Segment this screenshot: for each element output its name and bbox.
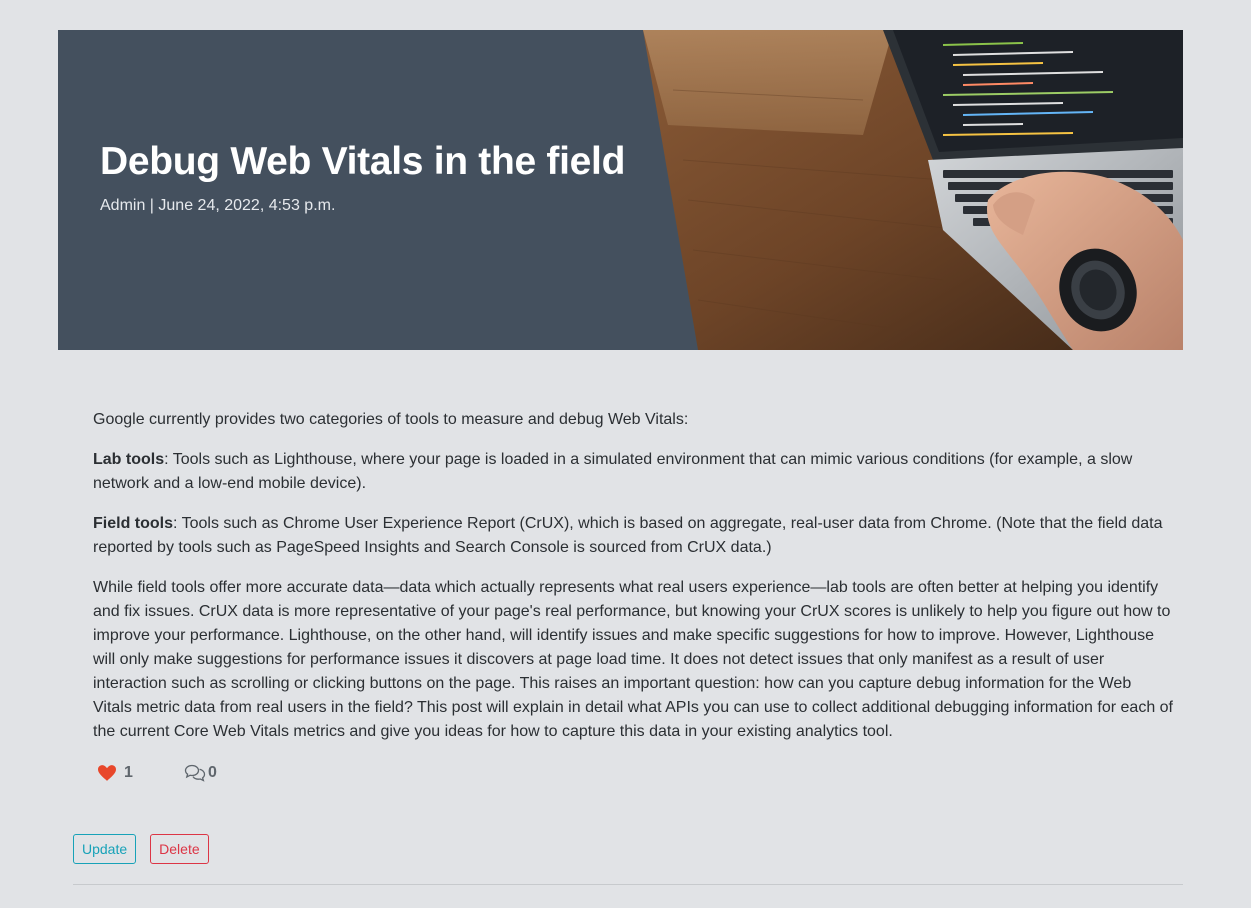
- comments-icon: [184, 764, 206, 782]
- field-tools-text: : Tools such as Chrome User Experience R…: [93, 515, 1163, 556]
- post-body: Google currently provides two categories…: [93, 408, 1173, 760]
- comment-count: 0: [208, 764, 217, 781]
- lab-tools-text: : Tools such as Lighthouse, where your p…: [93, 451, 1133, 492]
- update-button[interactable]: Update: [73, 834, 137, 864]
- like-count: 1: [124, 764, 133, 781]
- post-closing: While field tools offer more accurate da…: [93, 579, 1173, 740]
- divider: [73, 884, 1183, 885]
- post-stats: 1 0: [98, 761, 217, 785]
- post-hero: Debug Web Vitals in the field Admin | Ju…: [58, 30, 1183, 350]
- post-meta: Admin | June 24, 2022, 4:53 p.m.: [100, 197, 336, 214]
- post-title: Debug Web Vitals in the field: [100, 140, 626, 183]
- post-intro: Google currently provides two categories…: [93, 411, 689, 428]
- like-button[interactable]: 1: [98, 764, 184, 782]
- heart-icon: [98, 765, 116, 781]
- field-tools-label: Field tools: [93, 515, 173, 532]
- lab-tools-paragraph: Lab tools: Tools such as Lighthouse, whe…: [93, 448, 1173, 496]
- comments-button[interactable]: 0: [184, 764, 217, 782]
- post-actions: Update Delete: [73, 834, 209, 864]
- lab-tools-label: Lab tools: [93, 451, 165, 468]
- field-tools-paragraph: Field tools: Tools such as Chrome User E…: [93, 512, 1173, 560]
- hero-image: [643, 30, 1183, 350]
- delete-button[interactable]: Delete: [150, 834, 209, 864]
